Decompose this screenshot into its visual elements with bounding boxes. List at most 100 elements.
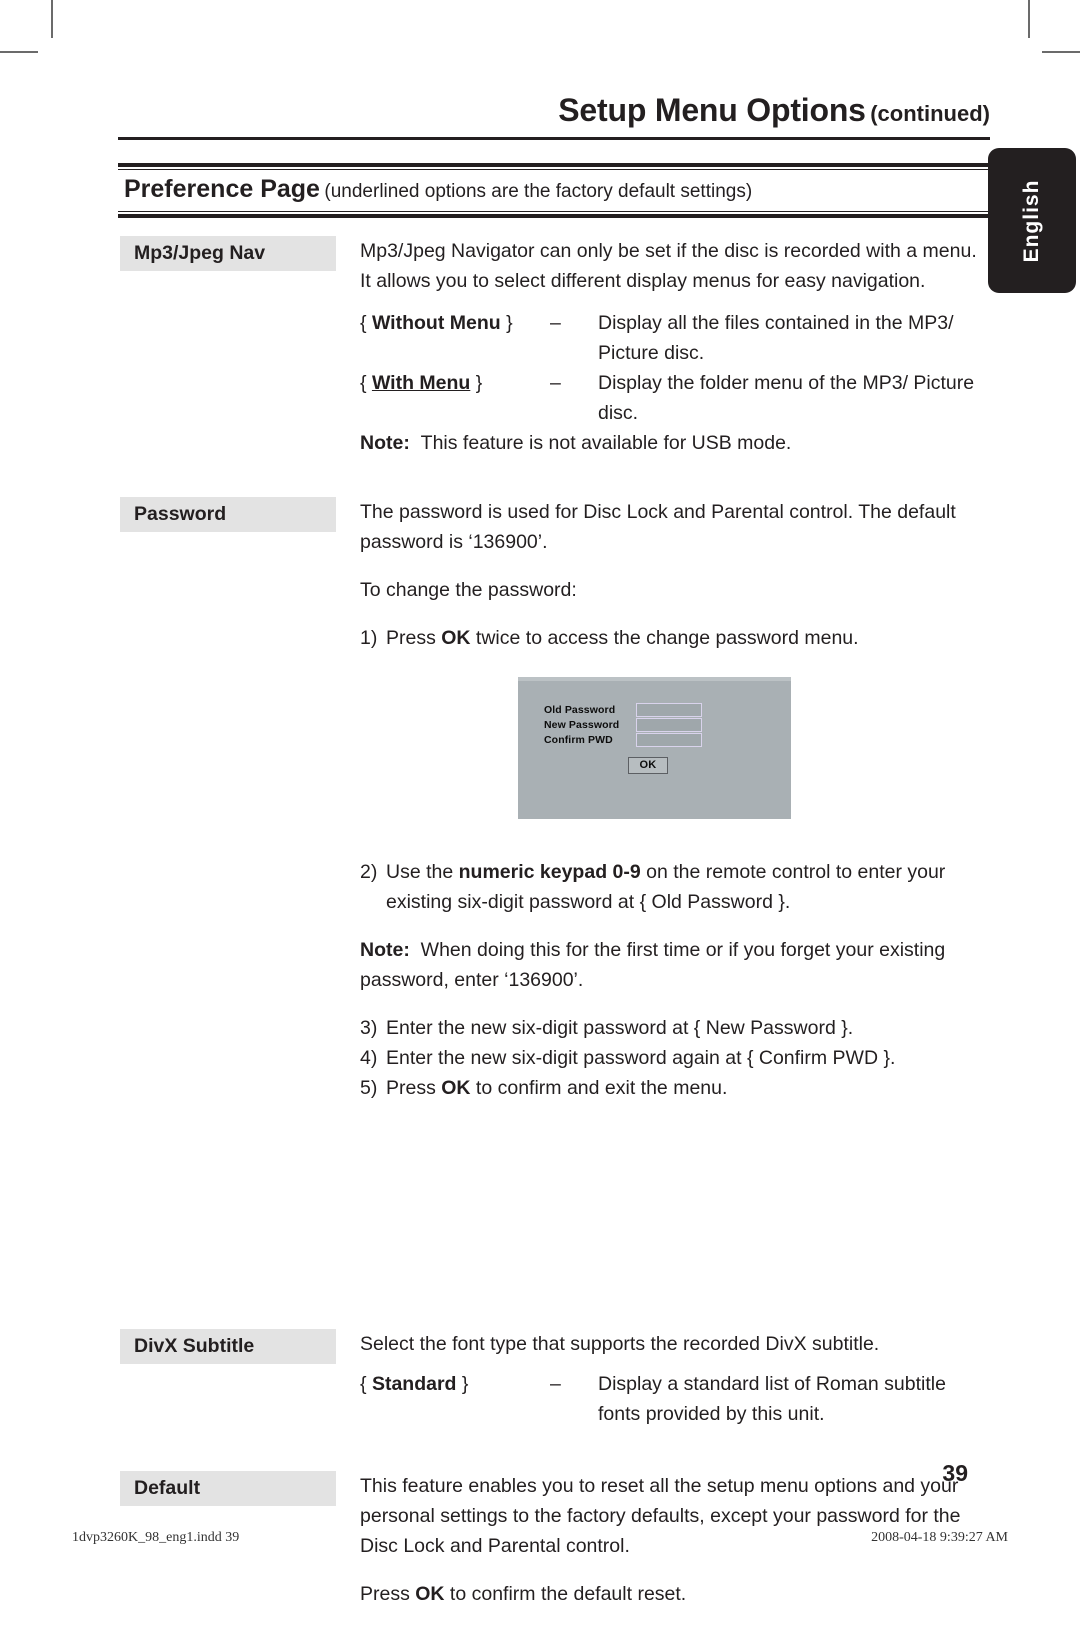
mp3-option-desc-with-menu: Display the folder menu of the MP3/ Pict… [598, 372, 975, 424]
page-title-main: Setup Menu Options [558, 92, 866, 128]
mp3-option-name-without-menu: { Without Menu } [360, 308, 550, 368]
divx-option-desc-standard: Display a standard list of Roman subtitl… [598, 1373, 946, 1425]
osd-top-strip [518, 677, 791, 681]
mp3-option-dash-1: – [550, 372, 561, 394]
osd-label-old-password: Old Password [544, 703, 616, 716]
osd-change-password-dialog: Old Password New Password Confirm PWD OK [518, 677, 791, 819]
password-step-3-index: 3) [360, 1017, 378, 1039]
password-step-2-keypad: numeric keypad 0-9 [458, 861, 641, 883]
section-divx-subtitle: DivX Subtitle Select the font type that … [118, 1329, 990, 1439]
footer-filename: 1dvp3260K_98_eng1.indd 39 [72, 1530, 240, 1545]
default-press-ok: OK [415, 1583, 445, 1605]
password-intro-paragraph: The password is used for Disc Lock and P… [360, 501, 956, 553]
mp3-note-label: Note: [360, 432, 410, 454]
mp3-note-text: This feature is not available for USB mo… [420, 432, 792, 454]
divx-option-name-standard: { Standard } [360, 1369, 550, 1429]
brace-open: { [360, 312, 367, 334]
osd-row-new-password: New Password [544, 717, 702, 732]
banner-rule-top-thick [118, 163, 990, 167]
password-step-5-c: to confirm and exit the menu. [470, 1077, 728, 1099]
osd-field-group: Old Password New Password Confirm PWD [544, 702, 702, 747]
password-step-4-index: 4) [360, 1047, 378, 1069]
password-to-change-text: To change the password: [360, 579, 577, 601]
password-note-text: When doing this for the first time or if… [360, 939, 946, 991]
banner-subtitle: (underlined options are the factory defa… [324, 181, 753, 202]
password-step-2-index: 2) [360, 861, 378, 883]
section-label-password: Password [120, 497, 336, 532]
password-note-label: Note: [360, 939, 410, 961]
page-number: 39 [942, 1460, 968, 1486]
mp3-option-row-without-menu: { Without Menu } – Display all the files… [360, 308, 980, 368]
password-step-1-index: 1) [360, 627, 378, 649]
password-step-4: 4) Enter the new six-digit password agai… [360, 1043, 980, 1073]
section-body-password: The password is used for Disc Lock and P… [360, 497, 980, 1103]
mp3-note: Note: This feature is not available for … [360, 428, 980, 458]
divx-option-dash-0: – [550, 1373, 561, 1395]
password-step-5-ok: OK [441, 1077, 471, 1099]
crop-mark-top-left-horizontal [0, 51, 38, 53]
osd-input-confirm-pwd[interactable] [636, 732, 702, 747]
section-password: Password The password is used for Disc L… [118, 497, 990, 1297]
divx-option-row-standard: { Standard } – Display a standard list o… [360, 1369, 980, 1429]
default-press-a: Press [360, 1583, 416, 1605]
password-step-2-text: Use the numeric keypad 0-9 on the remote… [386, 857, 980, 917]
osd-label-confirm-pwd: Confirm PWD [544, 733, 613, 746]
password-step-4-text: Enter the new six-digit password again a… [386, 1047, 896, 1069]
crop-mark-top-right-vertical [1028, 0, 1030, 38]
divx-option-label-standard: Standard [371, 1373, 457, 1395]
mp3-option-row-with-menu: { With Menu } – Display the folder menu … [360, 368, 980, 428]
crop-mark-top-right-horizontal [1042, 51, 1080, 53]
password-step-1-c: twice to access the change password menu… [470, 627, 859, 649]
password-note: Note: When doing this for the first time… [360, 935, 980, 995]
password-step-1-text: Press OK twice to access the change pass… [386, 623, 980, 653]
osd-ok-button[interactable]: OK [628, 757, 668, 774]
banner-rule-bottom-thin [118, 211, 990, 212]
mp3-option-label-without-menu: Without Menu [371, 312, 501, 334]
language-tab-english: English [988, 148, 1076, 293]
section-label-divx-subtitle: DivX Subtitle [120, 1329, 336, 1364]
banner-title: Preference Page [124, 175, 320, 203]
password-step-1-ok: OK [441, 627, 471, 649]
password-step-2: 2) Use the numeric keypad 0-9 on the rem… [360, 857, 980, 917]
mp3-intro-paragraph: Mp3/Jpeg Navigator can only be set if th… [360, 240, 977, 292]
default-press-c: to confirm the default reset. [444, 1583, 687, 1605]
osd-input-old-password[interactable] [636, 702, 702, 717]
page-title: Setup Menu Options (continued) [118, 92, 990, 129]
banner-body: Preference Page (underlined options are … [118, 170, 990, 211]
password-step-5: 5) Press OK to confirm and exit the menu… [360, 1073, 980, 1103]
divx-intro-paragraph: Select the font type that supports the r… [360, 1333, 880, 1355]
section-body-divx-subtitle: Select the font type that supports the r… [360, 1329, 980, 1429]
crop-mark-top-left-vertical [51, 0, 53, 38]
banner-rule-bottom-thick [118, 214, 990, 218]
osd-ok-wrapper: OK [628, 757, 668, 774]
password-step-1: 1) Press OK twice to access the change p… [360, 623, 980, 653]
section-default: Default This feature enables you to rese… [118, 1471, 990, 1631]
password-step-1-a: Press [386, 627, 442, 649]
main-content: Mp3/Jpeg Nav Mp3/Jpeg Navigator can only… [118, 236, 990, 1631]
osd-label-new-password: New Password [544, 718, 620, 731]
brace-open: { [360, 372, 367, 394]
section-banner: Preference Page (underlined options are … [118, 163, 990, 218]
password-step-3-text: Enter the new six-digit password at { Ne… [386, 1017, 854, 1039]
osd-input-new-password[interactable] [636, 717, 702, 732]
brace-close: } [461, 1373, 469, 1395]
section-label-mp3-jpeg-nav: Mp3/Jpeg Nav [120, 236, 336, 271]
language-tab-label: English [1020, 179, 1043, 262]
print-footer: 1dvp3260K_98_eng1.indd 39 2008-04-18 9:3… [72, 1530, 1008, 1546]
password-step-5-a: Press [386, 1077, 442, 1099]
brace-close: } [506, 312, 513, 334]
mp3-option-desc-without-menu: Display all the files contained in the M… [598, 312, 954, 364]
brace-close: } [475, 372, 483, 394]
password-step-3: 3) Enter the new six-digit password at {… [360, 1013, 980, 1043]
mp3-option-label-with-menu: With Menu [371, 372, 471, 394]
mp3-option-name-with-menu: { With Menu } [360, 368, 550, 428]
header-divider [118, 137, 990, 140]
password-step-5-text: Press OK to confirm and exit the menu. [386, 1073, 980, 1103]
section-body-mp3-jpeg-nav: Mp3/Jpeg Navigator can only be set if th… [360, 236, 980, 458]
password-step-5-index: 5) [360, 1077, 378, 1099]
brace-open: { [360, 1373, 367, 1395]
document-page: Setup Menu Options (continued) Preferenc… [0, 0, 1080, 1605]
mp3-option-dash-0: – [550, 312, 561, 334]
osd-row-old-password: Old Password [544, 702, 702, 717]
footer-timestamp: 2008-04-18 9:39:27 AM [871, 1530, 1008, 1545]
